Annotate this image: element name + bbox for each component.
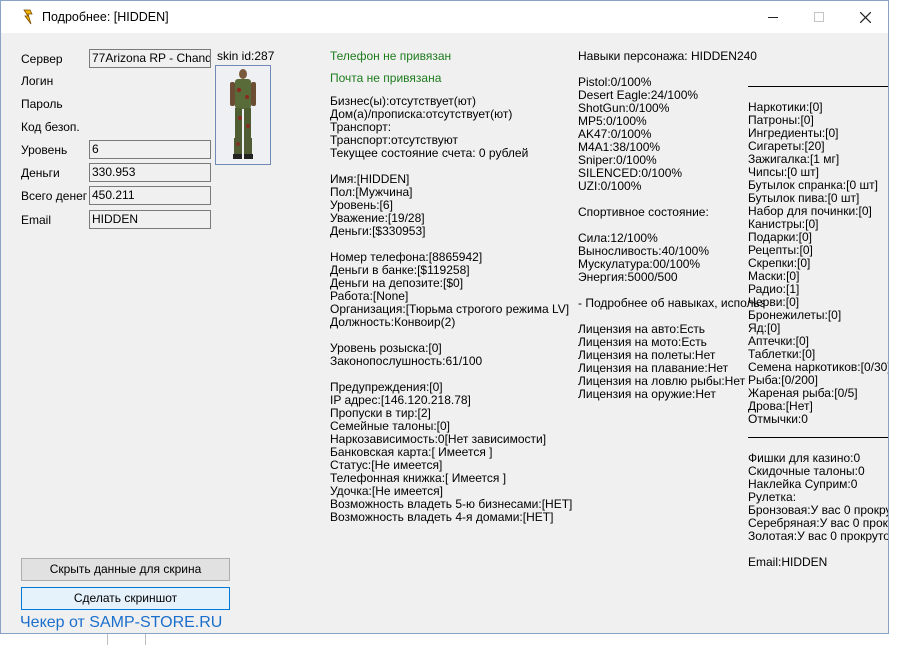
minimize-icon [768, 17, 778, 18]
skills-header: Навыки персонажа: HIDDEN240 [578, 49, 757, 63]
background-window-strip [0, 634, 897, 645]
level-field[interactable]: 6 [89, 140, 211, 159]
mail-status: Почта не привязана [330, 71, 442, 85]
money-field[interactable]: 330.953 [89, 163, 211, 182]
brand-link[interactable]: Чекер от SAMP-STORE.RU [20, 614, 222, 632]
skin-image [215, 65, 271, 165]
background-divider [107, 634, 108, 645]
security-code-label: Код безоп. [21, 120, 80, 134]
close-button[interactable] [842, 1, 888, 33]
app-icon [23, 9, 33, 25]
hide-data-button[interactable]: Скрыть данные для скрина [21, 558, 230, 581]
background-divider [145, 634, 146, 645]
money-label: Деньги [21, 166, 60, 180]
total-money-field[interactable]: 450.211 [89, 186, 211, 205]
casino-extra-list: Фишки для казино:0 Скидочные талоны:0 На… [748, 451, 888, 569]
total-money-label: Всего денег [21, 189, 88, 203]
level-label: Уровень [21, 143, 68, 157]
skin-id-label: skin id:287 [217, 49, 275, 63]
server-label: Сервер [21, 52, 63, 66]
maximize-button[interactable] [796, 1, 842, 33]
screenshot-button[interactable]: Сделать скриншот [21, 587, 230, 610]
email-label: Email [21, 213, 52, 227]
inventory-divider-bottom [748, 437, 888, 438]
server-field[interactable]: 77Arizona RP - Chandler [89, 49, 211, 68]
phone-status: Телефон не привязан [330, 49, 452, 63]
skills-list: Pistol:0/100% Desert Eagle:24/100% ShotG… [578, 75, 766, 401]
password-label: Пароль [21, 97, 63, 111]
login-label: Логин [21, 74, 54, 88]
title-bar: Подробнее: [HIDDEN] [1, 1, 888, 33]
minimize-button[interactable] [750, 1, 796, 33]
close-icon [859, 11, 871, 23]
inventory-list: Наркотики:[0] Патроны:[0] Ингредиенты:[0… [748, 100, 889, 426]
email-field[interactable]: HIDDEN [89, 210, 211, 229]
character-figure-icon [230, 69, 256, 159]
character-details: Бизнес(ы):отсутствует(ют) Дом(а)/прописк… [330, 94, 573, 524]
window-title: Подробнее: [HIDDEN] [42, 10, 169, 24]
maximize-icon [814, 12, 824, 22]
inventory-divider-top [748, 86, 888, 87]
details-window: Подробнее: [HIDDEN] Сервер 77Arizona RP … [0, 0, 889, 634]
